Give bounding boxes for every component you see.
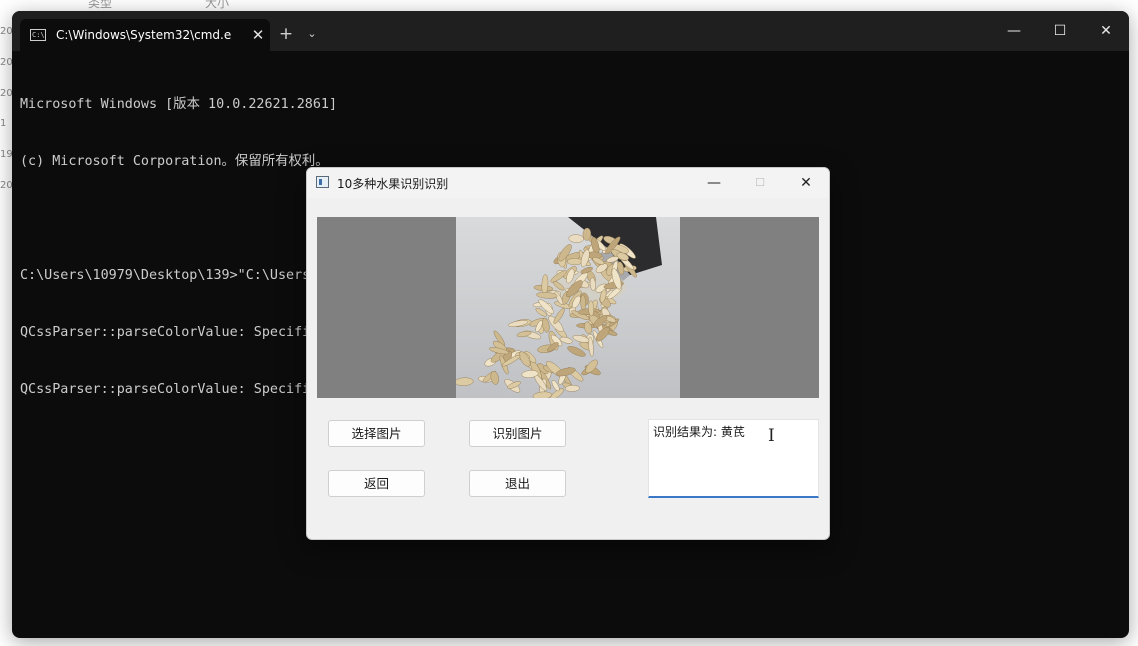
terminal-line: Microsoft Windows [版本 10.0.22621.2861] [20, 97, 338, 112]
fruit-recognition-dialog[interactable]: 10多种水果识别识别 — ☐ ✕ 选择图片 识别图片 返回 退出 识别结果为: … [306, 167, 830, 540]
new-tab-button[interactable]: + [274, 22, 298, 46]
herb-slices-photo [456, 217, 680, 398]
result-text-area[interactable]: 识别结果为: 黄芪 [648, 419, 819, 498]
terminal-titlebar[interactable]: C:\ C:\Windows\System32\cmd.e ✕ + ⌄ — ☐ … [12, 11, 1129, 51]
terminal-minimize-button[interactable]: — [992, 17, 1036, 45]
select-image-button[interactable]: 选择图片 [328, 420, 425, 447]
text-cursor-icon: I [768, 426, 775, 446]
exit-button[interactable]: 退出 [469, 470, 566, 497]
terminal-tab[interactable]: C:\ C:\Windows\System32\cmd.e ✕ [20, 19, 270, 51]
dialog-minimize-button[interactable]: — [694, 171, 734, 195]
back-button[interactable]: 返回 [328, 470, 425, 497]
dialog-titlebar[interactable]: 10多种水果识别识别 — ☐ ✕ [307, 168, 829, 198]
terminal-maximize-button[interactable]: ☐ [1038, 17, 1082, 45]
result-text: 识别结果为: 黄芪 [653, 425, 745, 439]
tab-dropdown-icon[interactable]: ⌄ [302, 22, 322, 46]
dialog-maximize-button: ☐ [755, 176, 765, 189]
background-row-number: 1 [0, 118, 7, 129]
background-column-header-type: 类型 [88, 0, 113, 10]
dialog-close-button[interactable]: ✕ [786, 171, 826, 195]
background-row-number: 20 [0, 57, 13, 68]
terminal-close-button[interactable]: ✕ [1084, 17, 1128, 45]
app-window-icon [316, 176, 329, 188]
background-column-header-size: 大小 [205, 0, 230, 10]
background-row-number: 20 [0, 26, 13, 37]
background-row-number: 20 [0, 180, 13, 191]
background-row-number: 19 [0, 149, 13, 160]
terminal-tab-title: C:\Windows\System32\cmd.e [56, 28, 232, 42]
recognize-image-button[interactable]: 识别图片 [469, 420, 566, 447]
background-row-number: 20 [0, 88, 13, 99]
cmd-icon: C:\ [30, 29, 46, 41]
dialog-title: 10多种水果识别识别 [337, 177, 449, 191]
image-display-area [317, 217, 819, 398]
tab-close-icon[interactable]: ✕ [246, 26, 270, 44]
